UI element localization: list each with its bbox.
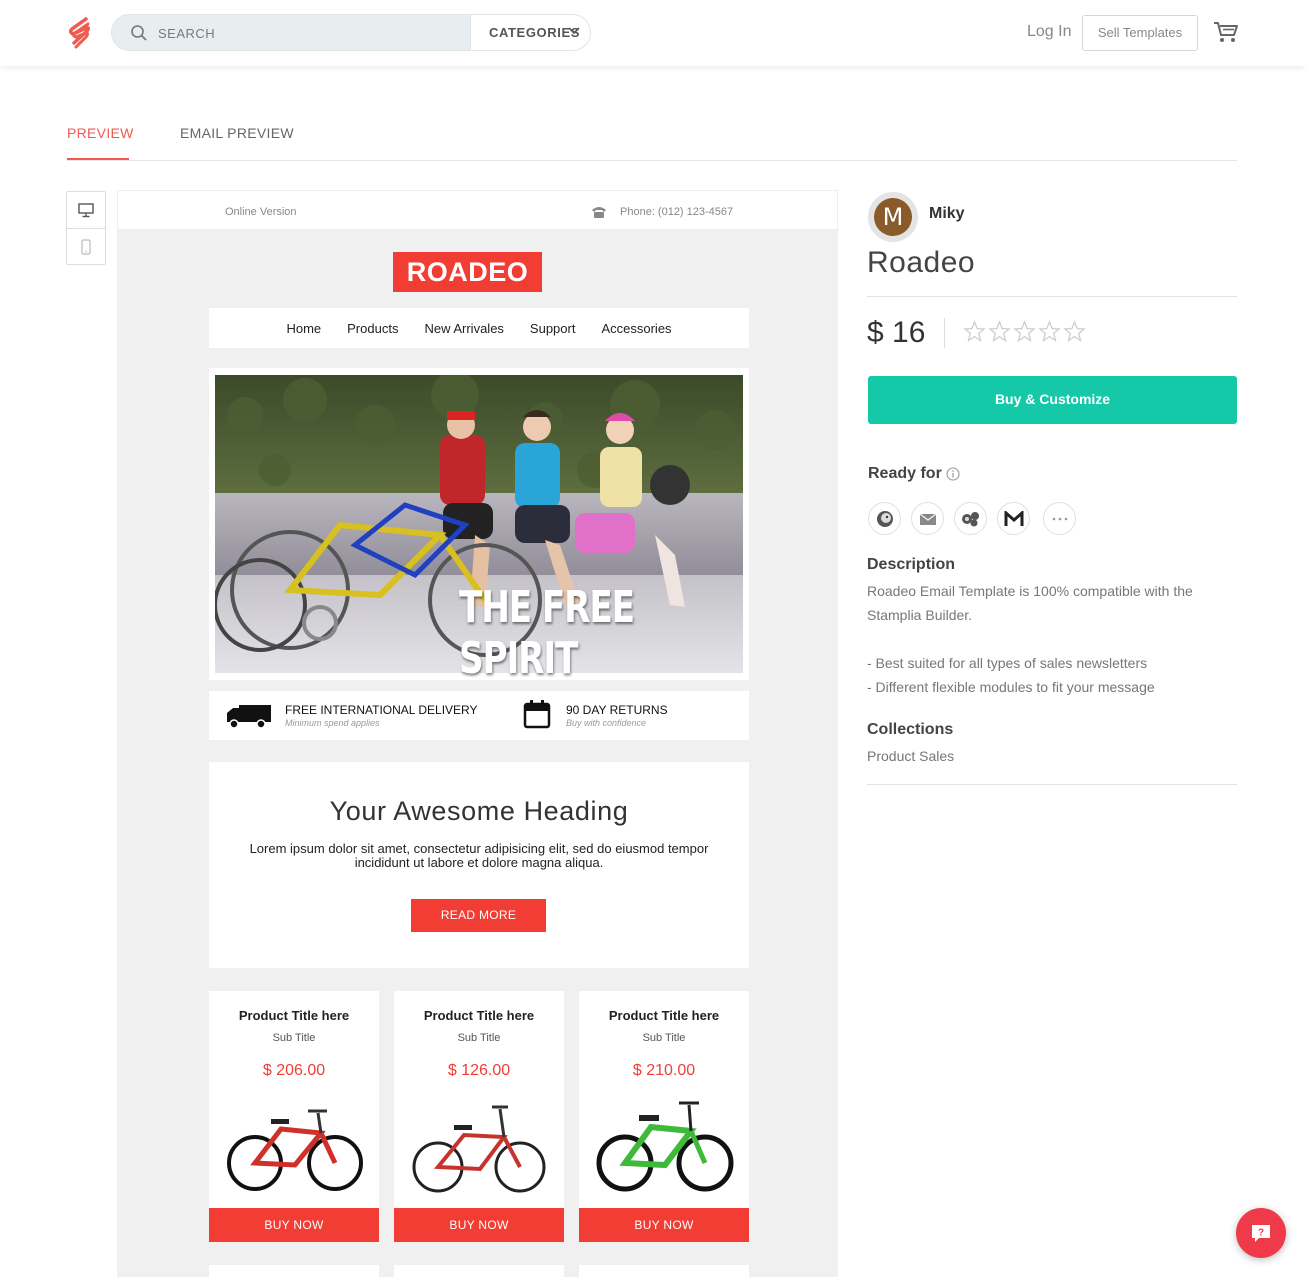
email-preheader: Online Version Phone: (012) 123-4567 [117, 190, 838, 230]
email-nav-new-arrivals[interactable]: New Arrivales [411, 321, 516, 336]
search-input[interactable]: SEARCH [158, 26, 215, 41]
star-icon[interactable] [1013, 320, 1036, 343]
email-body-text: Lorem ipsum dolor sit amet, consectetur … [249, 841, 709, 870]
features-bar: FREE INTERNATIONAL DELIVERY Minimum spen… [209, 691, 749, 740]
email-nav-home[interactable]: Home [273, 321, 334, 336]
phone-number: Phone: (012) 123-4567 [620, 206, 734, 218]
bicycle-image [596, 1101, 734, 1192]
buy-now-button[interactable]: BUY NOW [579, 1208, 749, 1242]
feature-delivery-subtitle: Minimum spend applies [285, 718, 380, 728]
collections-heading: Collections [867, 721, 954, 738]
more-icon[interactable] [1043, 502, 1076, 535]
mailchimp-icon[interactable] [868, 502, 901, 535]
product-card-next [209, 1265, 379, 1277]
email-preview-frame: Online Version Phone: (012) 123-4567 ROA… [117, 190, 838, 1277]
feature-delivery-title: FREE INTERNATIONAL DELIVERY [285, 703, 478, 717]
product-subtitle: Sub Title [642, 1032, 686, 1044]
calendar-icon [523, 700, 551, 729]
svg-text:?: ? [1258, 1228, 1264, 1239]
description-heading: Description [867, 556, 956, 573]
mobile-icon [81, 238, 91, 255]
tab-email-preview[interactable]: EMAIL PREVIEW [180, 125, 294, 141]
email-heading: Your Awesome Heading [329, 796, 629, 826]
buy-now-button[interactable]: BUY NOW [394, 1208, 564, 1242]
product-card: Product Title here Sub Title $ 206.00 BU… [209, 991, 379, 1242]
buy-customize-button[interactable]: Buy & Customize [868, 376, 1237, 424]
feature-returns-title: 90 DAY RETURNS [566, 703, 668, 717]
description-line-2: Stamplia Builder. [867, 607, 973, 623]
bicycle-image [412, 1105, 546, 1193]
rating-stars[interactable] [963, 320, 1086, 343]
buy-now-button[interactable]: BUY NOW [209, 1208, 379, 1242]
envelope-icon[interactable] [911, 502, 944, 535]
divider [867, 784, 1237, 785]
desktop-icon [78, 202, 94, 217]
search-bar: SEARCH CATEGORIES [111, 14, 591, 51]
author-name[interactable]: Miky [929, 205, 965, 223]
gmail-icon[interactable] [997, 502, 1030, 535]
product-card: Product Title here Sub Title $ 126.00 BU… [394, 991, 564, 1242]
star-icon[interactable] [988, 320, 1011, 343]
star-icon[interactable] [963, 320, 986, 343]
info-icon[interactable] [946, 467, 960, 481]
star-icon[interactable] [1063, 320, 1086, 343]
sell-templates-button[interactable]: Sell Templates [1082, 15, 1198, 51]
email-nav-support[interactable]: Support [517, 321, 589, 336]
desktop-view-button[interactable] [67, 192, 105, 229]
intro-section: Your Awesome Heading Lorem ipsum dolor s… [209, 762, 749, 968]
product-price: $ 210.00 [632, 1062, 696, 1079]
email-nav: Home Products New Arrivales Support Acce… [209, 308, 749, 348]
hero-banner: THE FREE SPIRIT [209, 368, 749, 684]
product-title: Product Title here [608, 1008, 720, 1023]
divider [867, 296, 1237, 297]
product-subtitle: Sub Title [457, 1032, 501, 1044]
online-version-link[interactable]: Online Version [225, 206, 297, 218]
product-title: Product Title here [238, 1008, 350, 1023]
hero-headline: THE FREE SPIRIT [459, 582, 635, 684]
cart-icon[interactable] [1213, 20, 1239, 44]
description-bullet-1: - Best suited for all types of sales new… [867, 655, 1148, 671]
stamplia-logo[interactable] [66, 16, 94, 50]
feature-returns-subtitle: Buy with confidence [566, 718, 647, 728]
template-price: $ 16 [867, 316, 926, 349]
author-avatar[interactable]: M [868, 192, 918, 242]
product-card-next [394, 1265, 564, 1277]
collection-link[interactable]: Product Sales [867, 744, 954, 768]
tab-preview[interactable]: PREVIEW [67, 125, 134, 141]
email-nav-accessories[interactable]: Accessories [588, 321, 684, 336]
author-initial: M [874, 198, 912, 236]
mobile-view-button[interactable] [67, 229, 105, 264]
chevron-down-icon [568, 27, 580, 35]
categories-label: CATEGORIES [489, 25, 580, 40]
top-header: SEARCH CATEGORIES Log In Sell Templates [0, 0, 1305, 66]
description-line-1: Roadeo Email Template is 100% compatible… [867, 583, 1193, 599]
product-price: $ 206.00 [262, 1062, 326, 1079]
help-chat-button[interactable]: ? [1236, 1208, 1286, 1258]
product-title: Product Title here [423, 1008, 535, 1023]
phone-icon [592, 207, 606, 218]
product-price: $ 126.00 [447, 1062, 511, 1079]
description-bullet-2: - Different flexible modules to fit your… [867, 679, 1155, 695]
star-icon[interactable] [1038, 320, 1061, 343]
login-link[interactable]: Log In [1027, 23, 1071, 41]
read-more-button[interactable]: READ MORE [411, 899, 546, 932]
truck-icon [227, 705, 271, 729]
help-chat-icon: ? [1252, 1225, 1270, 1242]
product-card-next [579, 1265, 749, 1277]
categories-dropdown[interactable]: CATEGORIES [470, 15, 590, 50]
tabs-divider [67, 160, 1237, 161]
product-subtitle: Sub Title [272, 1032, 316, 1044]
device-toggle [66, 191, 106, 265]
campaign-monitor-icon[interactable] [954, 502, 987, 535]
email-nav-products[interactable]: Products [334, 321, 411, 336]
template-title: Roadeo [867, 246, 976, 279]
bicycle-image [227, 1109, 363, 1191]
product-card: Product Title here Sub Title $ 210.00 BU… [579, 991, 749, 1242]
email-brand-logo: ROADEO [393, 252, 542, 292]
divider [944, 318, 945, 348]
search-icon[interactable] [130, 24, 148, 42]
ready-for-label: Ready for [868, 465, 942, 482]
